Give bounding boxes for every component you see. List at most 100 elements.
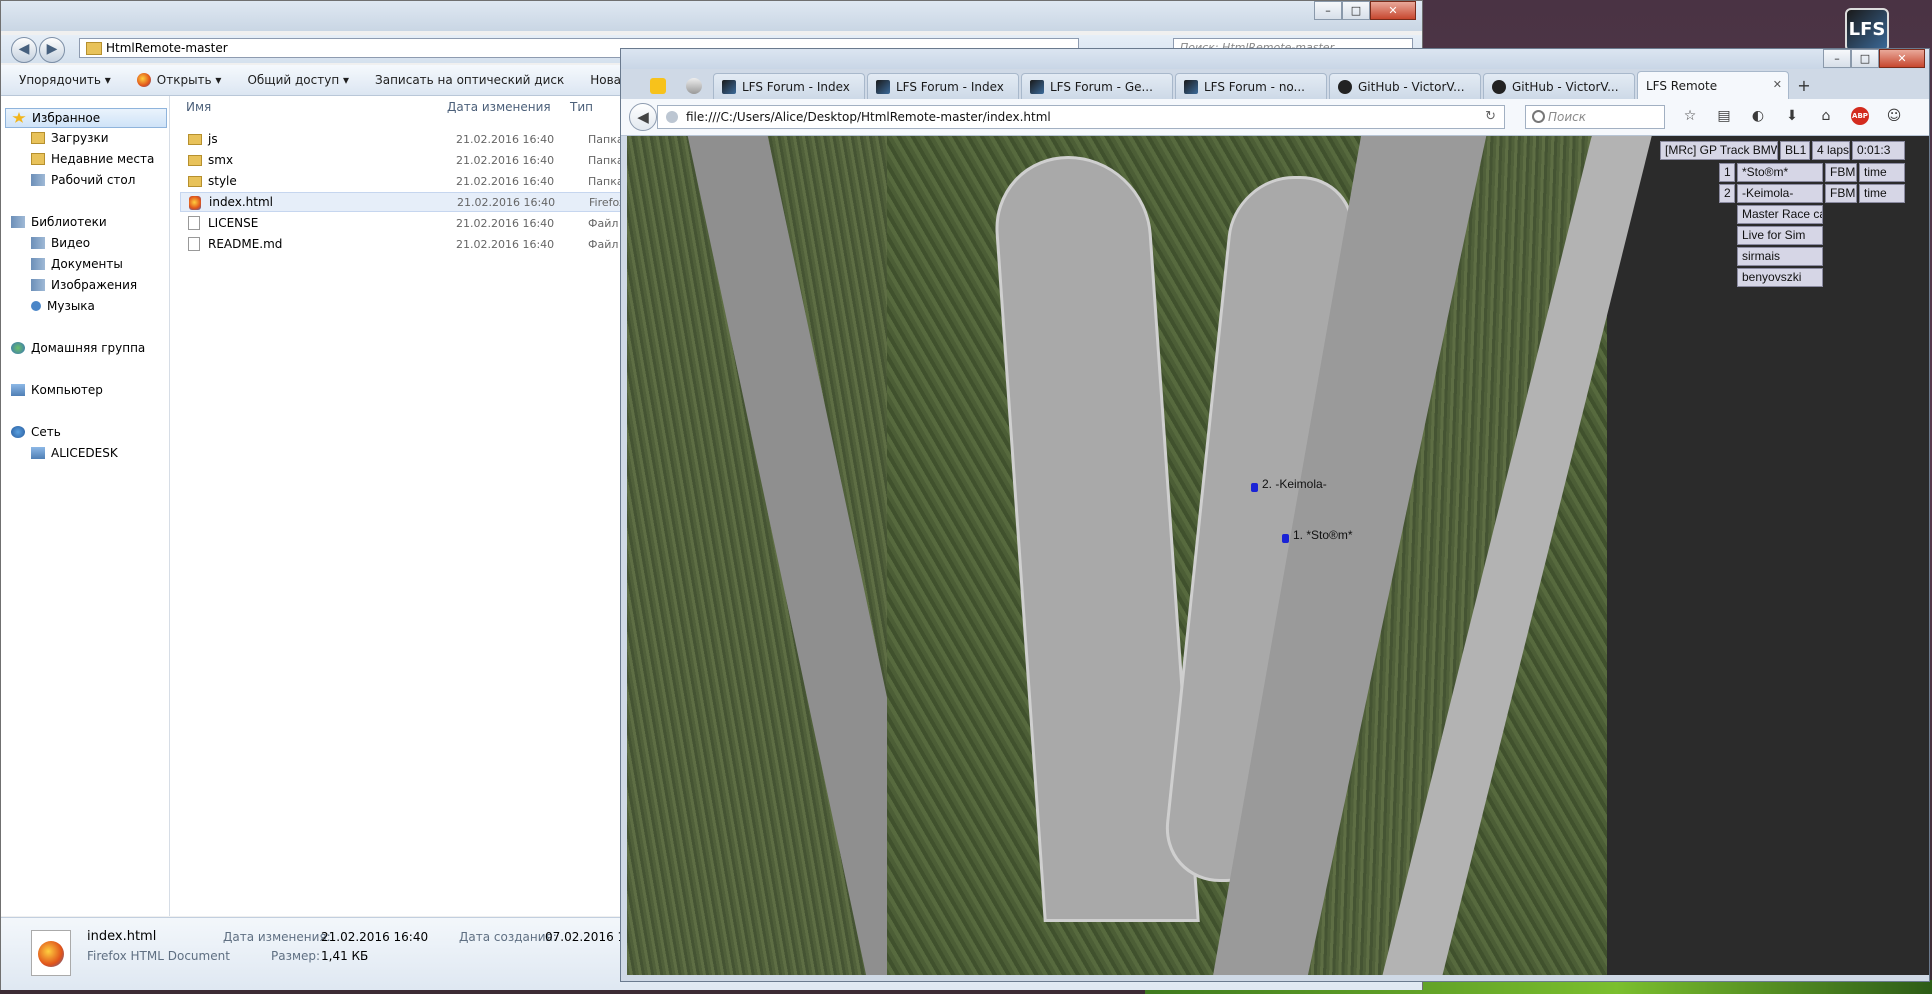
clipboard-icon[interactable]: ▤ (1715, 107, 1733, 125)
open-label: Открыть ▾ (156, 73, 222, 87)
column-date[interactable]: Дата изменения (447, 100, 551, 114)
computer-icon (11, 384, 25, 396)
nav-music[interactable]: Музыка (31, 299, 95, 313)
file-icon (188, 216, 200, 230)
status-modified-label: Дата изменения: (223, 930, 331, 944)
nav-network[interactable]: Сеть (11, 425, 61, 439)
nav-homegroup[interactable]: Домашняя группа (11, 341, 145, 355)
file-name: js (208, 132, 218, 146)
nav-label: Музыка (47, 299, 95, 313)
column-type[interactable]: Тип (570, 100, 593, 114)
file-date: 21.02.2016 16:40 (456, 174, 555, 188)
pinned-tab[interactable] (641, 73, 675, 99)
tab-label: LFS Forum - Ge... (1050, 79, 1153, 94)
reload-icon[interactable]: ↻ (1485, 106, 1496, 128)
racer-position: 1 (1719, 163, 1735, 182)
tab[interactable]: LFS Forum - no... (1175, 73, 1327, 99)
hud-track-name: [MRc] GP Track BMW (1660, 141, 1778, 160)
racer-name[interactable]: *Sto®m* (1737, 163, 1823, 182)
firefox-window-controls: – □ ✕ (1823, 49, 1925, 68)
file-date: 21.02.2016 16:40 (456, 132, 555, 146)
tab[interactable]: GitHub - VictorV... (1483, 73, 1635, 99)
adblock-icon[interactable]: ABP (1851, 107, 1869, 125)
folder-icon (31, 153, 45, 165)
track-map[interactable]: 2. -Keimola- 1. *Sto®m* (627, 136, 1929, 975)
file-date: 21.02.2016 16:40 (456, 153, 555, 167)
home-icon[interactable]: ⌂ (1817, 107, 1835, 125)
minimize-button[interactable]: – (1314, 1, 1342, 20)
hud-layout: BL1 (1780, 141, 1810, 160)
close-button[interactable]: ✕ (1879, 49, 1925, 68)
nav-label: Домашняя группа (31, 341, 146, 355)
github-icon (1338, 79, 1352, 94)
open-button[interactable]: Открыть ▾ (136, 73, 222, 87)
nav-documents[interactable]: Документы (31, 257, 123, 271)
file-date: 21.02.2016 16:40 (456, 216, 555, 230)
nav-recent[interactable]: Недавние места (31, 152, 154, 166)
car-label-2: 2. -Keimola- (1262, 477, 1327, 491)
file-name: README.md (208, 237, 283, 251)
burn-disc-button[interactable]: Записать на оптический диск (375, 73, 564, 87)
page-viewport: 2. -Keimola- 1. *Sto®m* [MRc] GP Track B… (627, 136, 1929, 975)
library-icon (11, 216, 25, 228)
racer-car: FBM (1825, 184, 1857, 203)
computer-icon (31, 447, 45, 459)
spectator-item[interactable]: Live for Sim (1737, 226, 1823, 245)
nav-label: Недавние места (51, 152, 155, 166)
close-button[interactable]: ✕ (1370, 1, 1416, 20)
documents-icon (31, 258, 45, 270)
bookmark-icon (650, 78, 666, 94)
nav-images[interactable]: Изображения (31, 278, 137, 292)
star-icon (12, 112, 26, 123)
nav-downloads[interactable]: Загрузки (31, 131, 109, 145)
tab[interactable]: LFS Forum - Index (713, 73, 865, 99)
download-icon[interactable]: ⬇ (1783, 107, 1801, 125)
organize-button[interactable]: Упорядочить ▾ (19, 73, 111, 87)
file-date: 21.02.2016 16:40 (456, 237, 555, 251)
pocket-icon[interactable]: ◐ (1749, 107, 1767, 125)
star-icon[interactable]: ☆ (1681, 107, 1699, 125)
back-button[interactable]: ◀ (11, 37, 37, 63)
nav-label: ALICEDESK (51, 446, 118, 460)
tab[interactable]: GitHub - VictorV... (1329, 73, 1481, 99)
hud-timer: 0:01:3 (1852, 141, 1905, 160)
nav-label: Видео (51, 236, 91, 250)
firefox-titlebar: – □ ✕ (621, 49, 1929, 69)
column-name[interactable]: Имя (186, 100, 211, 114)
spectator-item[interactable]: benyovszki (1737, 268, 1823, 287)
file-name: style (208, 174, 237, 188)
nav-desktop[interactable]: Рабочий стол (31, 173, 135, 187)
back-button[interactable]: ◀ (629, 103, 657, 131)
new-tab-button[interactable]: + (1791, 73, 1817, 99)
maximize-button[interactable]: □ (1342, 1, 1370, 20)
nav-favorites[interactable]: Избранное (5, 108, 167, 128)
close-tab-icon[interactable]: ✕ (1773, 78, 1782, 91)
minimize-button[interactable]: – (1823, 49, 1851, 68)
maximize-button[interactable]: □ (1851, 49, 1879, 68)
url-bar[interactable]: file:///C:/Users/Alice/Desktop/HtmlRemot… (657, 105, 1505, 129)
tab-label: GitHub - VictorV... (1358, 79, 1465, 94)
spectator-item[interactable]: Master Race car (1737, 205, 1823, 224)
nav-label: Компьютер (31, 383, 103, 397)
search-placeholder: Поиск (1548, 110, 1587, 124)
nav-libraries[interactable]: Библиотеки (11, 215, 107, 229)
nav-label: Изображения (51, 278, 138, 292)
tab[interactable]: LFS Forum - Index (867, 73, 1019, 99)
lfs-desktop-icon[interactable]: LFS (1845, 8, 1889, 52)
images-icon (31, 279, 45, 291)
nav-alicedesk[interactable]: ALICEDESK (31, 446, 118, 460)
tab-active[interactable]: LFS Remote ✕ (1637, 71, 1789, 99)
nav-video[interactable]: Видео (31, 236, 90, 250)
chat-icon[interactable]: ☺ (1885, 107, 1903, 125)
forward-button[interactable]: ▶ (39, 37, 65, 63)
share-button[interactable]: Общий доступ ▾ (247, 73, 349, 87)
tab[interactable]: LFS Forum - Ge... (1021, 73, 1173, 99)
nav-computer[interactable]: Компьютер (11, 383, 103, 397)
racer-name[interactable]: -Keimola- (1737, 184, 1823, 203)
spectator-item[interactable]: sirmais (1737, 247, 1823, 266)
tab-label: LFS Forum - Index (742, 79, 850, 94)
firefox-search-input[interactable]: Поиск (1525, 105, 1665, 129)
nav-label: Загрузки (51, 131, 109, 145)
folder-icon (188, 134, 202, 145)
pinned-tab[interactable] (677, 73, 711, 99)
